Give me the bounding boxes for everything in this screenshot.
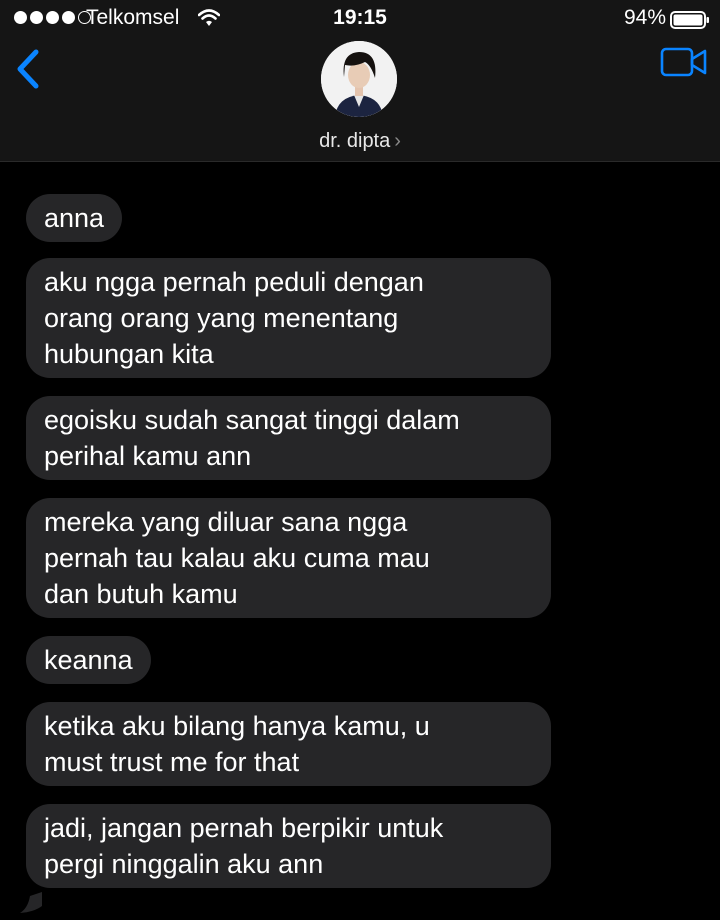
status-bar: Telkomsel 19:15 94% xyxy=(0,0,720,38)
battery-icon xyxy=(670,11,709,29)
message-bubble[interactable]: egoisku sudah sangat tinggi dalam periha… xyxy=(26,396,551,480)
chevron-right-icon: › xyxy=(394,130,401,152)
contact-name-button[interactable]: dr. dipta › xyxy=(0,130,720,153)
message-bubble[interactable]: jadi, jangan pernah berpikir untuk pergi… xyxy=(26,804,551,888)
video-call-icon[interactable] xyxy=(660,46,708,78)
bubble-tail xyxy=(20,892,42,913)
message-list: anna aku ngga pernah peduli dengan orang… xyxy=(0,162,720,920)
message-bubble[interactable]: aku ngga pernah peduli dengan orang oran… xyxy=(26,258,551,378)
battery-percentage: 94% xyxy=(623,6,666,29)
message-bubble[interactable]: keanna xyxy=(26,636,151,684)
back-chevron-icon[interactable] xyxy=(10,46,46,92)
message-bubble[interactable]: ketika aku bilang hanya kamu, u must tru… xyxy=(26,702,551,786)
chat-header: Telkomsel 19:15 94% dr. dipta › xyxy=(0,0,720,162)
avatar-image xyxy=(321,41,397,117)
status-time: 19:15 xyxy=(333,6,387,29)
message-bubble[interactable]: mereka yang diluar sana ngga pernah tau … xyxy=(26,498,551,618)
message-bubble[interactable]: anna xyxy=(26,194,123,242)
avatar[interactable] xyxy=(321,41,397,117)
contact-name: dr. dipta xyxy=(319,130,391,152)
chat-screen: Telkomsel 19:15 94% dr. dipta › anna aku… xyxy=(0,0,720,920)
